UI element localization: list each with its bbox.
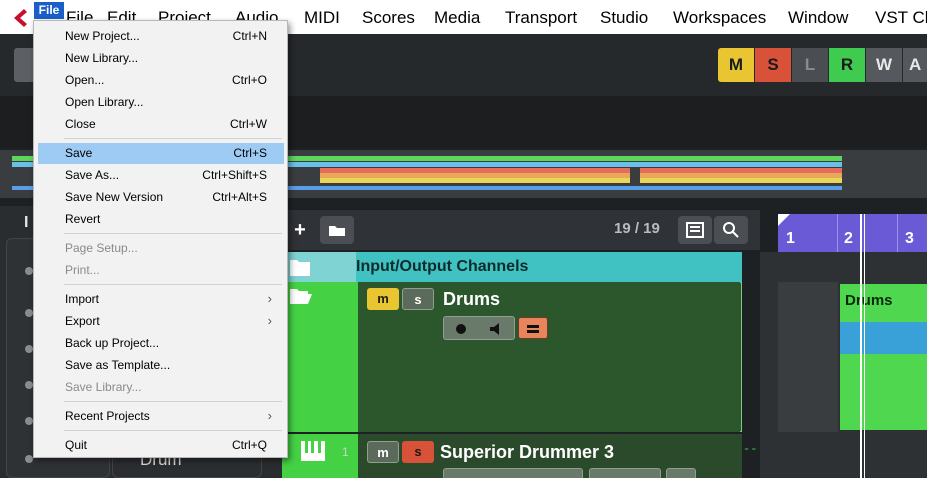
menu-item-close[interactable]: Close Ctrl+W: [38, 114, 284, 135]
project-cursor[interactable]: [860, 214, 862, 478]
submenu-arrow-icon: ›: [267, 291, 272, 306]
project-cursor-shadow: [864, 214, 865, 478]
menu-separator: [64, 233, 282, 234]
file-menu: New Project... Ctrl+N New Library... Open…: [33, 20, 288, 458]
menu-item-revert[interactable]: Revert: [38, 209, 284, 230]
menu-item-recent-projects[interactable]: Recent Projects ›: [38, 406, 284, 427]
menu-item-save-library: Save Library...: [65, 380, 142, 394]
menu-item-new-project[interactable]: New Project... Ctrl+N: [38, 26, 284, 47]
menu-studio[interactable]: Studio: [600, 8, 648, 28]
global-read-button[interactable]: R: [829, 48, 865, 82]
menu-item-open[interactable]: Open... Ctrl+O: [38, 70, 284, 91]
event-drums-label: Drums: [845, 292, 893, 309]
inspector-label: I: [24, 214, 29, 231]
search-icon[interactable]: [714, 216, 748, 244]
menu-vst-cloud[interactable]: VST Cl: [875, 8, 927, 28]
menu-item-back-up-project[interactable]: Back up Project...: [38, 333, 284, 354]
menu-scores[interactable]: Scores: [362, 8, 415, 28]
global-listen-button[interactable]: L: [792, 48, 828, 82]
ruler-bar-2: 2: [844, 230, 853, 247]
menu-item-page-setup: Page Setup...: [65, 241, 138, 255]
drums-mute-button[interactable]: m: [367, 288, 399, 310]
menu-item-import[interactable]: Import ›: [38, 289, 284, 310]
global-mute-button[interactable]: M: [718, 48, 754, 82]
superior-mute-button[interactable]: m: [367, 441, 399, 463]
inspector-dot: [25, 267, 33, 275]
menu-item-open-library[interactable]: Open Library...: [38, 92, 284, 113]
superior-controls-group: [443, 468, 583, 478]
inspector-dot: [25, 381, 33, 389]
menu-item-new-library[interactable]: New Library...: [38, 48, 284, 69]
superior-solo-button[interactable]: s: [402, 441, 434, 463]
ruler-bar-3: 3: [905, 230, 914, 247]
folder-open-icon: [290, 289, 312, 304]
submenu-arrow-icon: ›: [267, 313, 272, 328]
global-solo-button[interactable]: S: [755, 48, 791, 82]
piano-keys-icon: [301, 441, 325, 461]
inspector-dot: [25, 309, 33, 317]
menu-workspaces[interactable]: Workspaces: [673, 8, 766, 28]
arrange-folder-lane: [778, 282, 838, 432]
inspector-dot: [25, 417, 33, 425]
menu-separator: [64, 138, 282, 139]
ruler-marker-icon: [778, 214, 790, 226]
menu-midi[interactable]: MIDI: [304, 8, 340, 28]
drums-solo-button[interactable]: s: [402, 288, 434, 310]
add-track-icon[interactable]: +: [288, 216, 312, 244]
track-io-label: Input/Output Channels: [356, 258, 529, 275]
menu-transport[interactable]: Transport: [505, 8, 577, 28]
drums-controls-group: [443, 316, 515, 340]
superior-controls-group-3: [666, 468, 696, 478]
folder-icon: [290, 260, 310, 276]
track-superior-name: Superior Drummer 3: [440, 442, 615, 462]
folder-action-icon[interactable]: [320, 216, 354, 244]
menu-item-save[interactable]: Save Ctrl+S: [38, 143, 284, 164]
superior-controls-group-2: [589, 468, 661, 478]
menu-item-export[interactable]: Export ›: [38, 311, 284, 332]
drums-edit-icon[interactable]: [518, 317, 548, 339]
speaker-icon[interactable]: [488, 322, 504, 336]
menu-item-save-as[interactable]: Save As... Ctrl+Shift+S: [38, 165, 284, 186]
menu-item-save-new-version[interactable]: Save New Version Ctrl+Alt+S: [38, 187, 284, 208]
inspector-dot: [25, 345, 33, 353]
menu-item-print: Print...: [65, 263, 100, 277]
cubase-logo-icon: [14, 9, 27, 27]
record-icon[interactable]: [456, 324, 466, 334]
event-drums-lane: [840, 322, 927, 354]
track-list-icon[interactable]: [678, 216, 712, 244]
menu-separator: [64, 430, 282, 431]
global-write-button[interactable]: W: [866, 48, 902, 82]
menu-item-save-as-template[interactable]: Save as Template...: [38, 355, 284, 376]
track-number: 1: [342, 445, 349, 459]
menu-separator: [64, 401, 282, 402]
meter-dash: --: [743, 442, 758, 456]
menu-media[interactable]: Media: [434, 8, 480, 28]
inspector-dot: [25, 455, 33, 463]
menu-separator: [64, 284, 282, 285]
submenu-arrow-icon: ›: [267, 408, 272, 423]
track-drums-name: Drums: [443, 289, 501, 309]
ruler-bar-1: 1: [786, 230, 795, 247]
track-count: 19 / 19: [614, 220, 660, 237]
menu-item-quit[interactable]: Quit Ctrl+Q: [38, 435, 284, 456]
menu-window[interactable]: Window: [788, 8, 848, 28]
file-menu-tag[interactable]: File: [34, 2, 64, 19]
global-a-button[interactable]: A: [903, 48, 927, 82]
